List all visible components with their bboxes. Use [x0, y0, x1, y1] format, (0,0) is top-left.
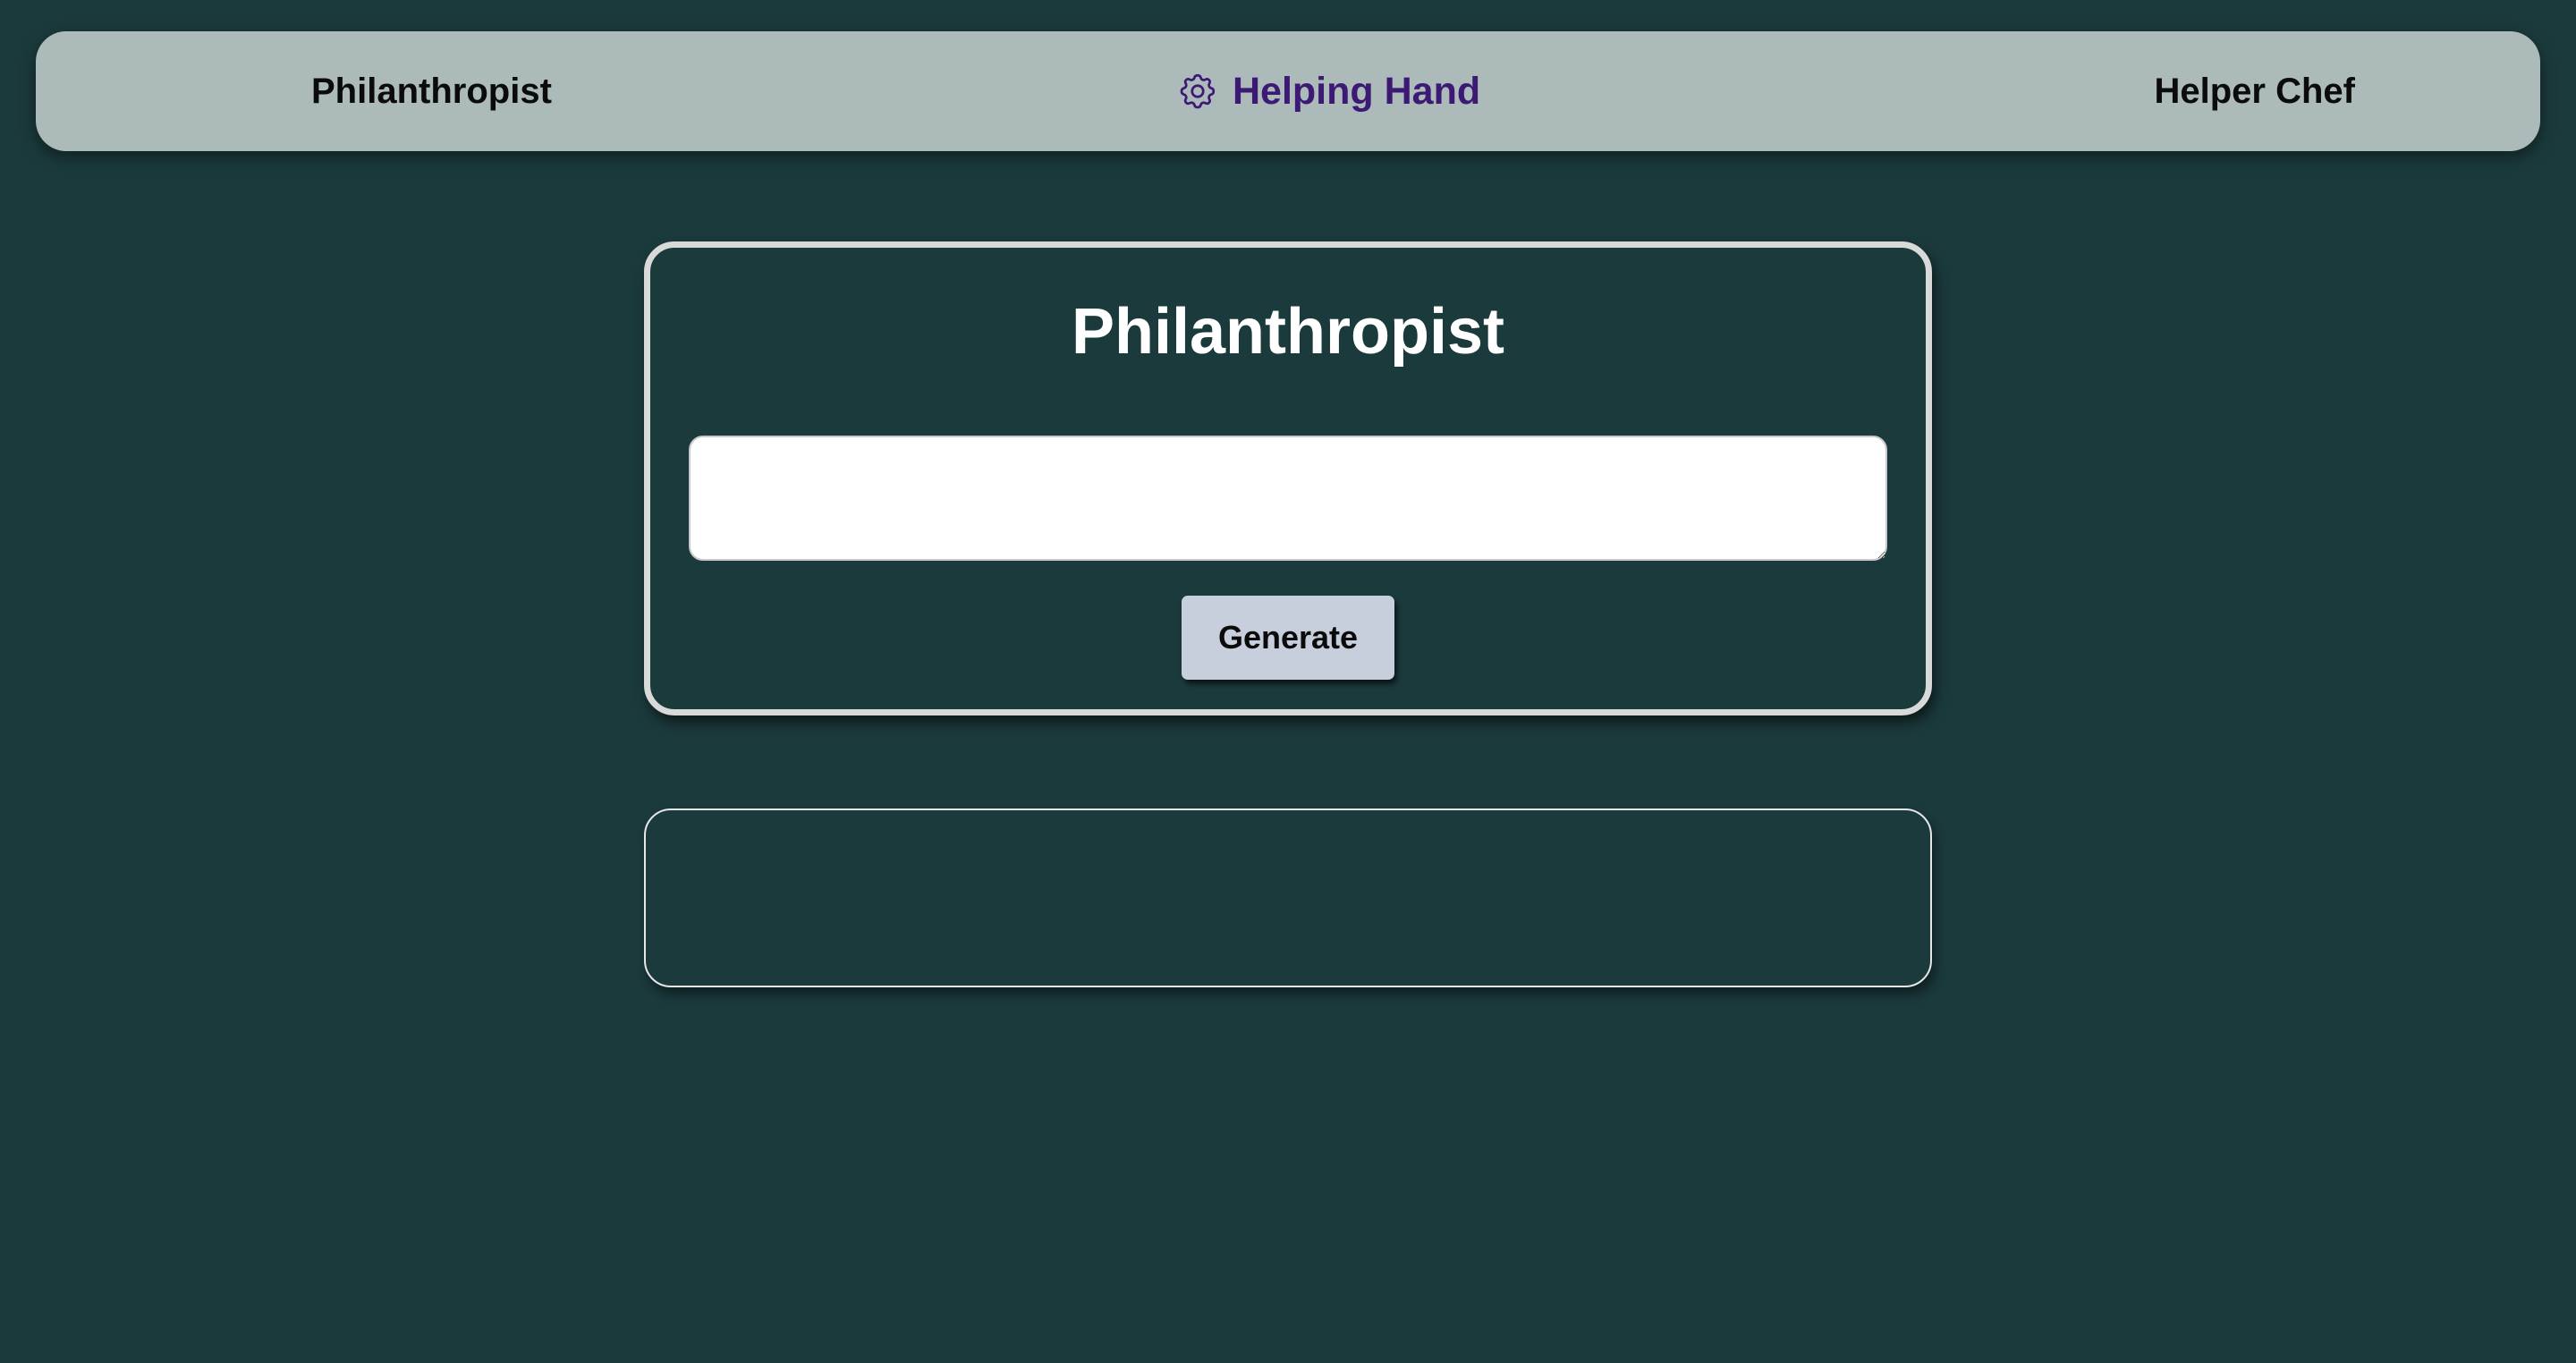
top-navbar: Philanthropist Helping Hand Helper Chef [36, 31, 2540, 151]
generator-card: Philanthropist Generate [644, 241, 1932, 715]
brand-link[interactable]: Helping Hand [1175, 31, 1480, 151]
nav-link-philanthropist[interactable]: Philanthropist [311, 31, 552, 151]
output-box [644, 808, 1932, 987]
generate-button[interactable]: Generate [1182, 596, 1394, 680]
brand-label: Helping Hand [1233, 69, 1481, 113]
nav-link-helper-chef[interactable]: Helper Chef [2155, 31, 2356, 151]
prompt-input[interactable] [689, 436, 1887, 561]
gear-icon [1175, 69, 1220, 114]
page-title: Philanthropist [1072, 296, 1504, 368]
